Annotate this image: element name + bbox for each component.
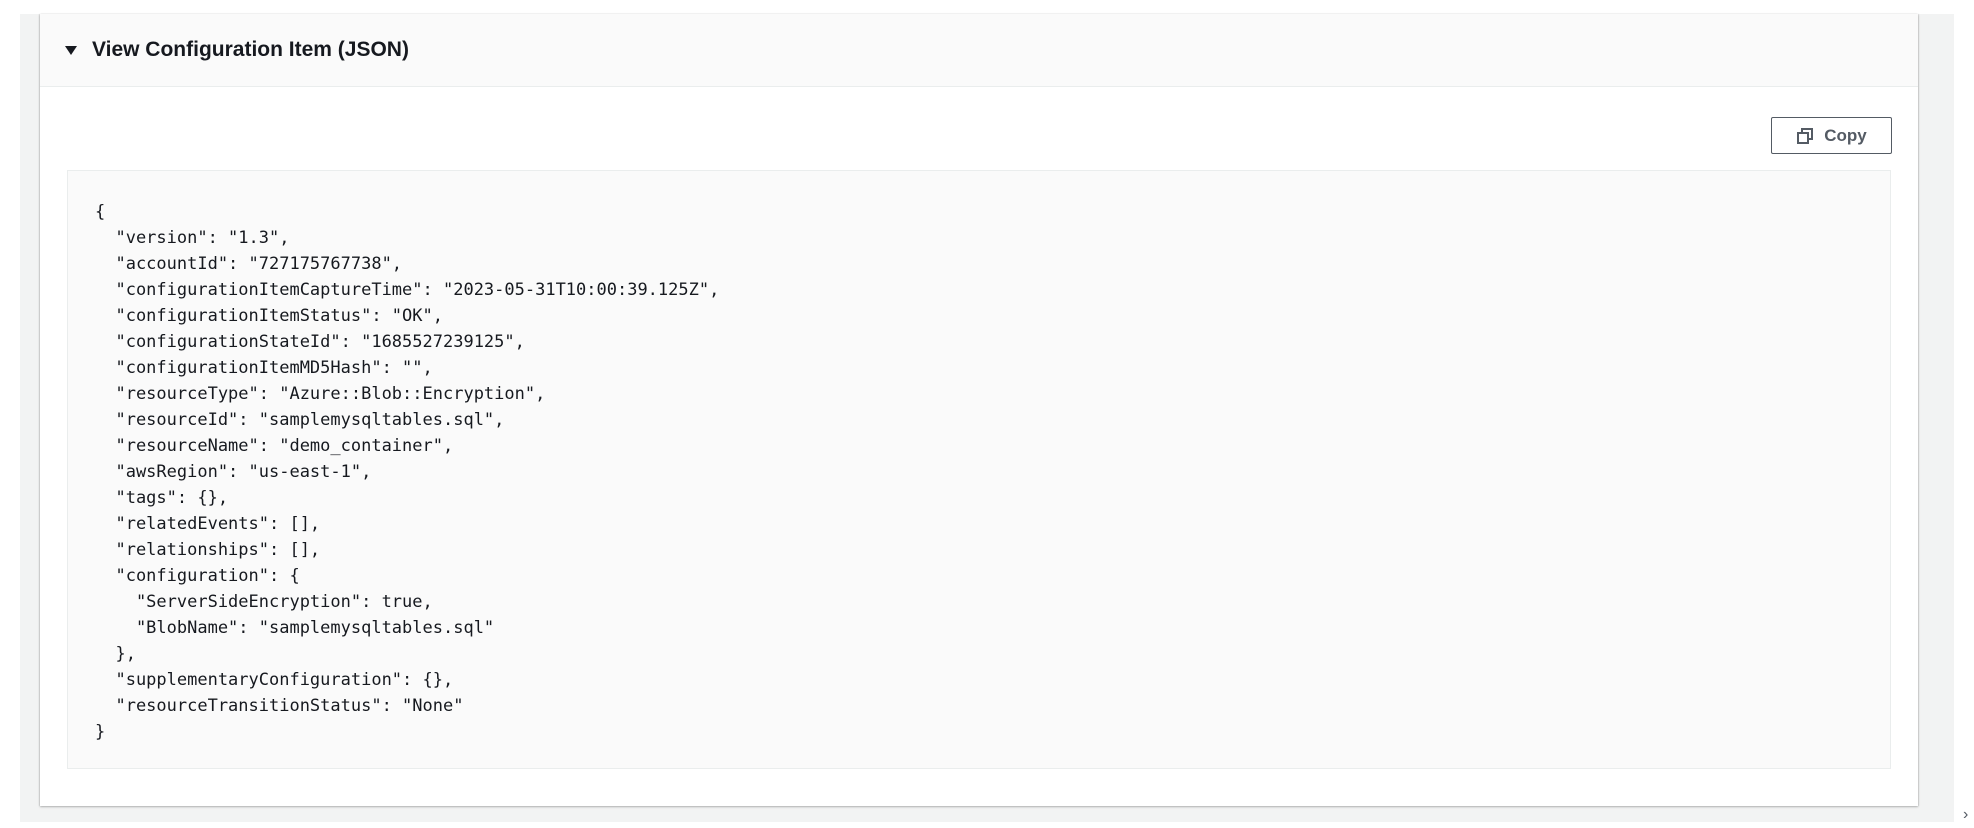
configuration-item-panel: View Configuration Item (JSON) Copy { "v… bbox=[40, 14, 1918, 806]
json-line: } bbox=[95, 722, 106, 742]
json-code-block: { "version": "1.3", "accountId": "727175… bbox=[67, 170, 1891, 769]
json-line: "resourceName": "demo_container", bbox=[95, 436, 454, 456]
copy-button[interactable]: Copy bbox=[1771, 117, 1892, 154]
json-line: "relationships": [], bbox=[95, 540, 321, 560]
json-line: "supplementaryConfiguration": {}, bbox=[95, 670, 454, 690]
json-line: "relatedEvents": [], bbox=[95, 514, 321, 534]
json-line: "configurationItemStatus": "OK", bbox=[95, 306, 443, 326]
json-line: "resourceId": "samplemysqltables.sql", bbox=[95, 410, 505, 430]
json-line: "tags": {}, bbox=[95, 488, 229, 508]
json-line: "configurationStateId": "1685527239125", bbox=[95, 332, 525, 352]
section-title: View Configuration Item (JSON) bbox=[92, 38, 409, 61]
json-line: "configurationItemCaptureTime": "2023-05… bbox=[95, 280, 720, 300]
scroll-chevron-icon: › bbox=[1963, 806, 1969, 823]
json-line: "accountId": "727175767738", bbox=[95, 254, 403, 274]
expand-section-header[interactable]: View Configuration Item (JSON) bbox=[40, 14, 1918, 87]
json-line: "resourceType": "Azure::Blob::Encryption… bbox=[95, 384, 546, 404]
json-line: }, bbox=[95, 644, 136, 664]
json-line: "configuration": { bbox=[95, 566, 300, 586]
json-line: "ServerSideEncryption": true, bbox=[95, 592, 433, 612]
caret-down-icon[interactable] bbox=[65, 45, 77, 55]
json-line: "configurationItemMD5Hash": "", bbox=[95, 358, 433, 378]
json-line: "BlobName": "samplemysqltables.sql" bbox=[95, 618, 495, 638]
json-line: { bbox=[95, 202, 106, 222]
json-line: "resourceTransitionStatus": "None" bbox=[95, 696, 464, 716]
json-line: "version": "1.3", bbox=[95, 228, 290, 248]
copy-label: Copy bbox=[1824, 125, 1867, 145]
json-text: { "version": "1.3", "accountId": "727175… bbox=[95, 199, 719, 745]
copy-icon bbox=[1796, 127, 1814, 145]
json-line: "awsRegion": "us-east-1", bbox=[95, 462, 372, 482]
